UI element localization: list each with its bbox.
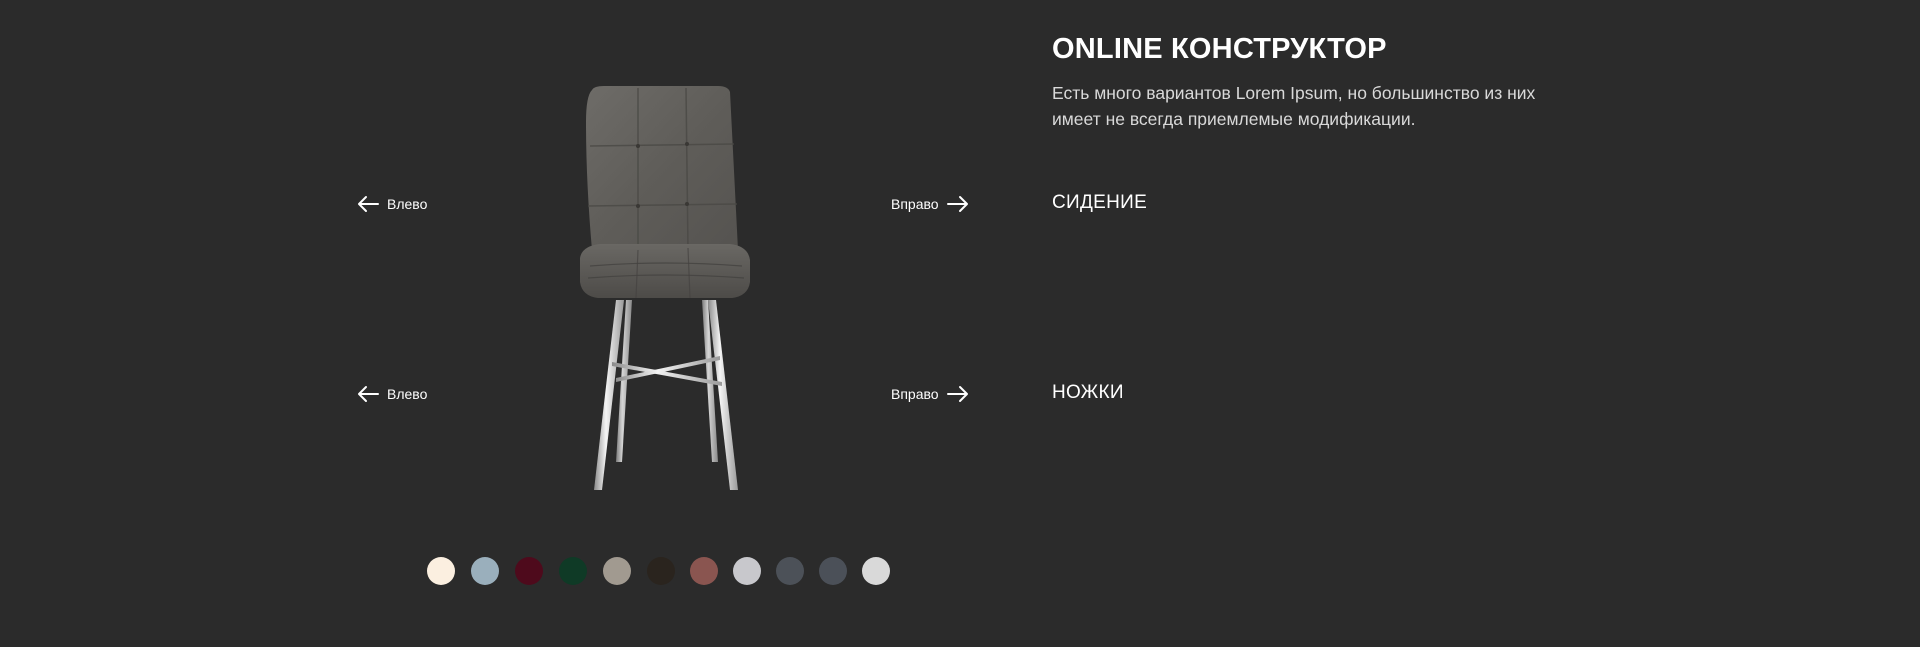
seat-left-button[interactable]: Влево [357, 192, 427, 216]
chair-image [560, 82, 780, 492]
seat-right-label: Вправо [891, 196, 939, 212]
legs-right-label: Вправо [891, 386, 939, 402]
color-swatch[interactable] [471, 557, 499, 585]
legs-left-button[interactable]: Влево [357, 382, 427, 406]
color-swatch[interactable] [515, 557, 543, 585]
constructor-section: Влево Вправо Влево Вправо ONLINE КОНСТРУ… [0, 0, 1920, 647]
color-swatch[interactable] [647, 557, 675, 585]
seat-right-button[interactable]: Вправо [891, 192, 969, 216]
color-swatch[interactable] [819, 557, 847, 585]
color-swatch[interactable] [427, 557, 455, 585]
color-swatch-list [427, 557, 905, 585]
arrow-right-icon [946, 385, 969, 403]
arrow-left-icon [357, 385, 379, 403]
arrow-left-icon [357, 195, 379, 213]
constructor-title: ONLINE КОНСТРУКТОР [1052, 33, 1387, 65]
constructor-description: Есть много вариантов Lorem Ipsum, но бол… [1052, 83, 1536, 129]
color-swatch[interactable] [559, 557, 587, 585]
arrow-right-icon [946, 195, 969, 213]
legs-left-label: Влево [387, 386, 428, 402]
seat-section-label: СИДЕНИЕ [1052, 192, 1148, 213]
color-swatch[interactable] [862, 557, 890, 585]
legs-section-label: НОЖКИ [1052, 382, 1124, 403]
color-swatch[interactable] [776, 557, 804, 585]
color-swatch[interactable] [690, 557, 718, 585]
color-swatch[interactable] [603, 557, 631, 585]
color-swatch[interactable] [733, 557, 761, 585]
legs-right-button[interactable]: Вправо [891, 382, 969, 406]
seat-left-label: Влево [387, 196, 428, 212]
